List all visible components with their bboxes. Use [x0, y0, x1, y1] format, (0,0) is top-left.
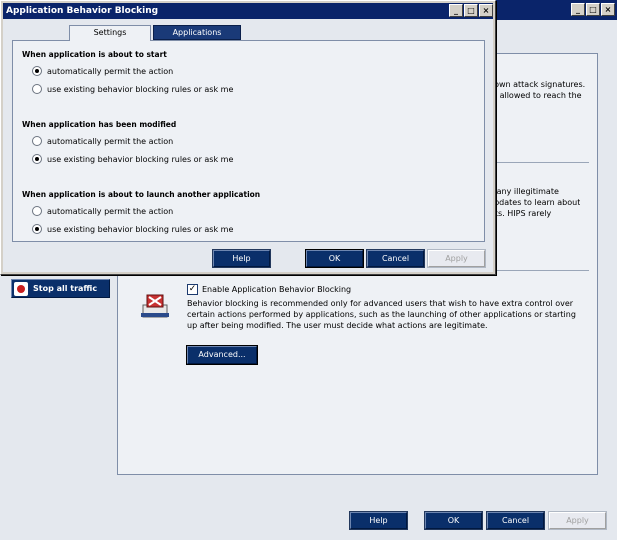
radio-label: automatically permit the action: [47, 136, 174, 146]
minimize-icon[interactable]: _: [449, 4, 463, 17]
checkbox-check-icon[interactable]: ✓: [187, 284, 198, 295]
help-button[interactable]: Help: [349, 511, 408, 530]
divider: [488, 162, 589, 163]
settings-tab-panel: When application is about to start autom…: [12, 40, 485, 242]
radio-label: automatically permit the action: [47, 66, 174, 76]
radio-start-auto-permit[interactable]: automatically permit the action: [32, 66, 173, 76]
panel-text: g any illegitimate: [489, 187, 559, 196]
ok-button[interactable]: OK: [424, 511, 483, 530]
radio-icon[interactable]: [32, 136, 42, 146]
radio-selected-icon[interactable]: [32, 66, 42, 76]
behavior-blocking-description: Behavior blocking is recommended only fo…: [187, 299, 576, 330]
stop-traffic-icon: [14, 281, 28, 296]
dialog-body: Settings Applications When application i…: [3, 19, 493, 272]
dialog-ok-button[interactable]: OK: [305, 249, 364, 268]
radio-modified-use-rules[interactable]: use existing behavior blocking rules or …: [32, 154, 233, 164]
apply-button[interactable]: Apply: [548, 511, 607, 530]
radio-selected-icon[interactable]: [32, 154, 42, 164]
advanced-button[interactable]: Advanced...: [186, 345, 258, 365]
radio-icon[interactable]: [32, 206, 42, 216]
enable-behavior-blocking-checkbox[interactable]: ✓ Enable Application Behavior Blocking: [187, 284, 351, 295]
radio-label: use existing behavior blocking rules or …: [47, 84, 234, 94]
radio-selected-icon[interactable]: [32, 224, 42, 234]
panel-text: cks. HIPS rarely: [489, 209, 552, 218]
section-title: When application is about to start: [22, 50, 167, 59]
radio-icon[interactable]: [32, 84, 42, 94]
behavior-blocking-icon: [141, 294, 169, 318]
dialog-apply-button[interactable]: Apply: [427, 249, 486, 268]
radio-label: use existing behavior blocking rules or …: [47, 224, 234, 234]
radio-launch-use-rules[interactable]: use existing behavior blocking rules or …: [32, 224, 233, 234]
radio-modified-auto-permit[interactable]: automatically permit the action: [32, 136, 173, 146]
radio-label: automatically permit the action: [47, 206, 174, 216]
stop-all-traffic-label: Stop all traffic: [33, 284, 98, 293]
maximize-icon[interactable]: □: [464, 4, 478, 17]
enable-behavior-blocking-label: Enable Application Behavior Blocking: [202, 285, 352, 294]
dialog-help-button[interactable]: Help: [212, 249, 271, 268]
radio-launch-auto-permit[interactable]: automatically permit the action: [32, 206, 173, 216]
tab-applications[interactable]: Applications: [153, 25, 241, 40]
radio-label: use existing behavior blocking rules or …: [47, 154, 234, 164]
radio-start-use-rules[interactable]: use existing behavior blocking rules or …: [32, 84, 233, 94]
maximize-icon[interactable]: □: [586, 3, 600, 16]
close-icon[interactable]: ×: [479, 4, 493, 17]
section-title: When application has been modified: [22, 120, 177, 129]
dialog-titlebar[interactable]: Application Behavior Blocking _ □ ×: [3, 3, 493, 19]
dialog-title: Application Behavior Blocking: [6, 6, 159, 16]
section-title: When application is about to launch anot…: [22, 190, 261, 199]
panel-text: updates to learn about: [489, 198, 581, 207]
cancel-button[interactable]: Cancel: [486, 511, 545, 530]
panel-text: ot allowed to reach the: [489, 91, 582, 100]
panel-text: nown attack signatures.: [489, 80, 586, 89]
tab-settings[interactable]: Settings: [69, 25, 151, 41]
dialog-cancel-button[interactable]: Cancel: [366, 249, 425, 268]
minimize-icon[interactable]: _: [571, 3, 585, 16]
stop-all-traffic-button[interactable]: Stop all traffic: [11, 279, 110, 298]
close-icon[interactable]: ×: [601, 3, 615, 16]
application-behavior-blocking-dialog: Application Behavior Blocking _ □ × Sett…: [0, 0, 496, 275]
